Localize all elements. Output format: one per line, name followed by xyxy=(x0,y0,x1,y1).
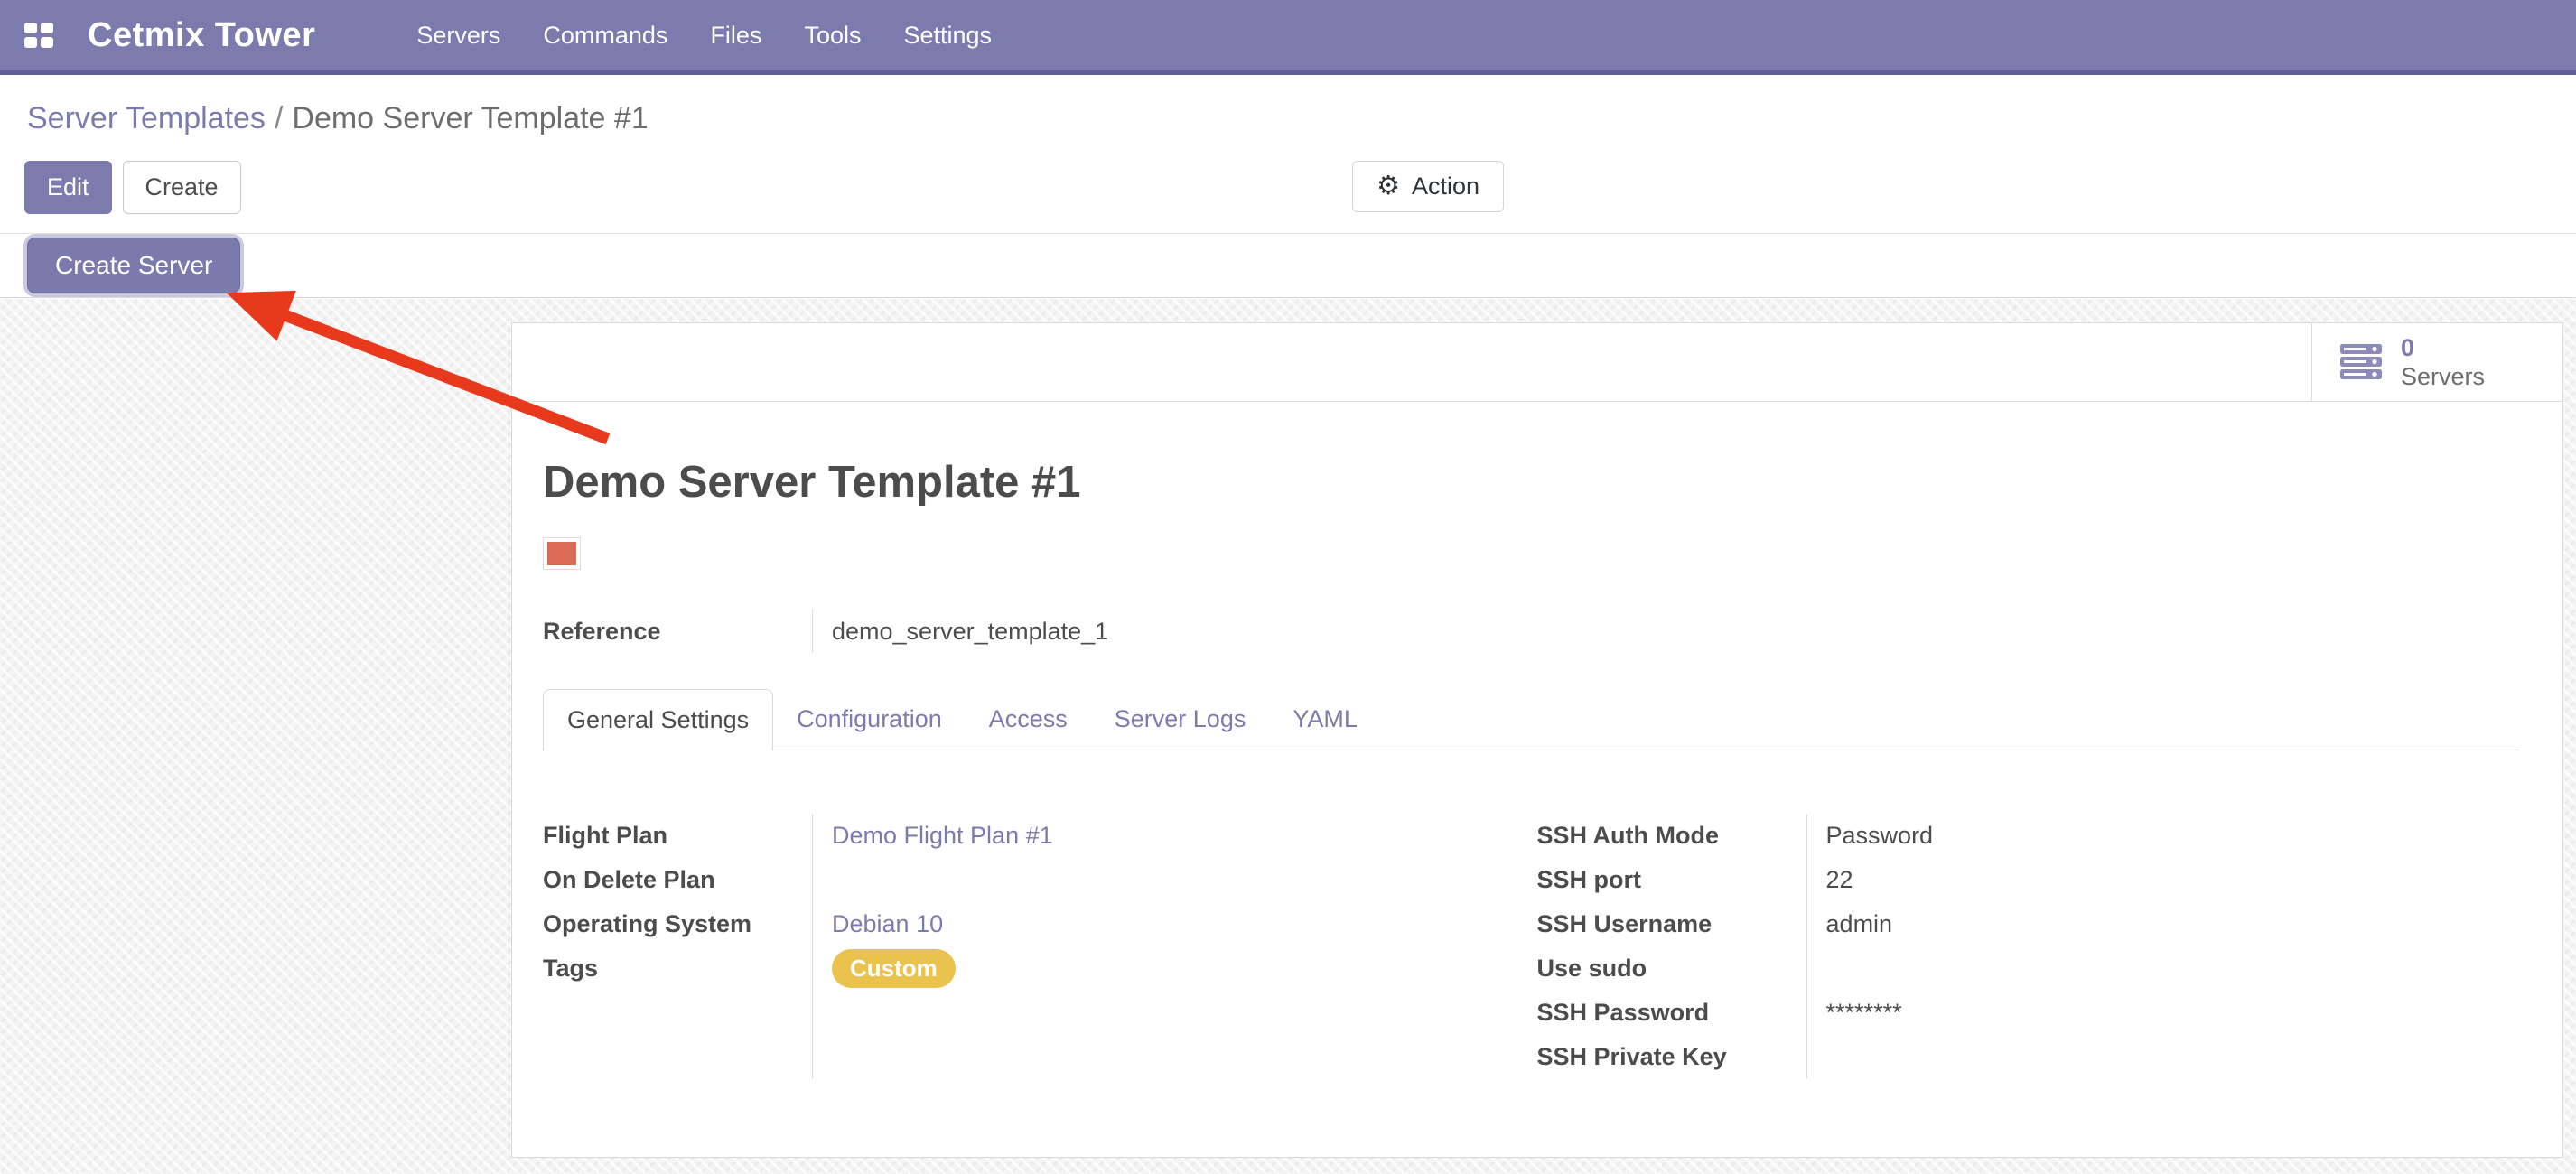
create-server-strip: Create Server xyxy=(0,234,2576,298)
tab-yaml[interactable]: YAML xyxy=(1269,689,1381,749)
breadcrumb-current: Demo Server Template #1 xyxy=(292,101,648,135)
label-use-sudo: Use sudo xyxy=(1537,946,1806,991)
labels-column: SSH Auth Mode SSH port SSH Username Use … xyxy=(1537,814,1806,1079)
form-view-background: 0 Servers Demo Server Template #1 Refere… xyxy=(0,299,2576,1174)
servers-count: 0 xyxy=(2401,333,2485,362)
reference-label: Reference xyxy=(543,610,812,653)
apps-grid-icon[interactable] xyxy=(24,23,53,48)
value-ssh-password: ******** xyxy=(1826,999,1902,1027)
label-ssh-auth-mode: SSH Auth Mode xyxy=(1537,814,1806,858)
servers-label: Servers xyxy=(2401,362,2485,391)
value-ssh-port: 22 xyxy=(1826,866,1853,894)
menu-servers[interactable]: Servers xyxy=(416,22,500,50)
reference-row: Reference demo_server_template_1 xyxy=(543,610,2519,653)
labels-column: Flight Plan On Delete Plan Operating Sys… xyxy=(543,814,812,1079)
value-ssh-auth-mode: Password xyxy=(1826,822,1934,850)
apps-grid-square xyxy=(24,23,37,33)
label-ssh-username: SSH Username xyxy=(1537,902,1806,946)
edit-button[interactable]: Edit xyxy=(24,161,112,214)
label-ssh-port: SSH port xyxy=(1537,858,1806,902)
color-swatch xyxy=(547,542,576,565)
action-button[interactable]: ⚙ Action xyxy=(1352,161,1504,212)
record-sheet: 0 Servers Demo Server Template #1 Refere… xyxy=(511,322,2563,1158)
form-buttons: Edit Create xyxy=(24,161,241,214)
stat-text: 0 Servers xyxy=(2401,333,2485,392)
tab-general-settings[interactable]: General Settings xyxy=(543,689,773,750)
record-body: Demo Server Template #1 Reference demo_s… xyxy=(512,461,2562,1079)
breadcrumb: Server Templates/Demo Server Template #1 xyxy=(27,101,649,136)
apps-grid-square xyxy=(24,37,37,48)
create-button[interactable]: Create xyxy=(123,161,241,214)
tag-badge-custom: Custom xyxy=(832,949,956,988)
color-swatch-cell xyxy=(543,537,581,570)
label-tags: Tags xyxy=(543,946,812,991)
action-button-label: Action xyxy=(1412,172,1479,200)
value-ssh-username: admin xyxy=(1826,910,1893,938)
gear-icon: ⚙ xyxy=(1377,173,1400,200)
label-ssh-private-key: SSH Private Key xyxy=(1537,1035,1806,1079)
control-panel: Server Templates/Demo Server Template #1… xyxy=(0,79,2576,234)
record-title: Demo Server Template #1 xyxy=(543,461,2519,505)
menu-tools[interactable]: Tools xyxy=(804,22,861,50)
tab-access[interactable]: Access xyxy=(966,689,1091,749)
tab-server-logs[interactable]: Server Logs xyxy=(1091,689,1270,749)
breadcrumb-separator: / xyxy=(266,101,292,135)
label-ssh-password: SSH Password xyxy=(1537,991,1806,1035)
label-operating-system: Operating System xyxy=(543,902,812,946)
app-brand: Cetmix Tower xyxy=(88,16,315,55)
menu-settings[interactable]: Settings xyxy=(903,22,992,50)
tab-content-general-settings: Flight Plan On Delete Plan Operating Sys… xyxy=(543,814,2519,1079)
field-group-left: Flight Plan On Delete Plan Operating Sys… xyxy=(543,814,1500,1079)
stat-button-box: 0 Servers xyxy=(512,323,2562,402)
label-on-delete-plan: On Delete Plan xyxy=(543,858,812,902)
breadcrumb-parent-link[interactable]: Server Templates xyxy=(27,101,266,135)
value-flight-plan-link[interactable]: Demo Flight Plan #1 xyxy=(832,822,1053,850)
reference-value: demo_server_template_1 xyxy=(813,610,1108,653)
notebook-tabs: General Settings Configuration Access Se… xyxy=(543,689,2519,750)
create-server-button[interactable]: Create Server xyxy=(27,238,240,294)
apps-grid-square xyxy=(41,23,53,33)
menu-commands[interactable]: Commands xyxy=(543,22,667,50)
apps-grid-square xyxy=(41,37,53,48)
servers-stack-icon xyxy=(2339,342,2383,382)
values-column: Password 22 admin ******** xyxy=(1806,814,2519,1079)
label-flight-plan: Flight Plan xyxy=(543,814,812,858)
servers-stat-button[interactable]: 0 Servers xyxy=(2311,323,2562,401)
field-group-right: SSH Auth Mode SSH port SSH Username Use … xyxy=(1537,814,2519,1079)
value-operating-system-link[interactable]: Debian 10 xyxy=(832,910,943,938)
menu-files[interactable]: Files xyxy=(710,22,761,50)
tab-configuration[interactable]: Configuration xyxy=(773,689,966,749)
values-column: Demo Flight Plan #1 Debian 10 Custom xyxy=(812,814,1500,1079)
top-navbar: Cetmix Tower Servers Commands Files Tool… xyxy=(0,0,2576,75)
main-menu: Servers Commands Files Tools Settings xyxy=(416,22,992,50)
